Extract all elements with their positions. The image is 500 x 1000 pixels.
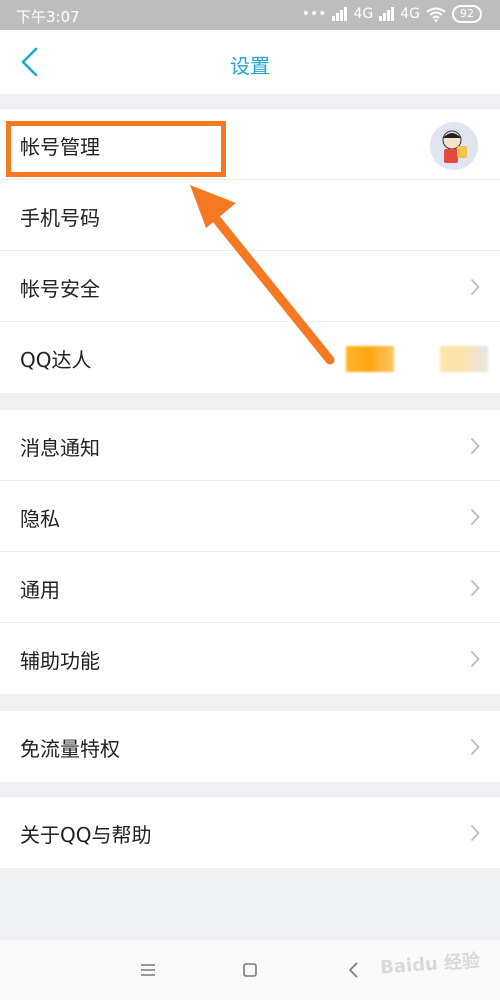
menu-icon[interactable] (136, 958, 160, 982)
chevron-right-icon (470, 579, 480, 597)
settings-item-free-data[interactable]: 免流量特权 (0, 711, 500, 782)
more-dots-icon: ••• (301, 6, 327, 22)
settings-group-account: 帐号管理 手机号码 帐号安全 QQ达人 (0, 109, 500, 393)
settings-item-label: 帐号管理 (20, 135, 100, 159)
signal-icon-2 (379, 7, 395, 21)
nav-back-icon[interactable] (342, 958, 366, 982)
settings-item-label: 消息通知 (20, 436, 100, 460)
settings-group-general: 消息通知 隐私 通用 辅助功能 (0, 410, 500, 694)
settings-item-label: 免流量特权 (20, 737, 120, 761)
status-bar: 下午3:07 ••• 4G 4G 92 (0, 0, 500, 30)
settings-item-account-management[interactable]: 帐号管理 (0, 109, 500, 180)
settings-item-general[interactable]: 通用 (0, 552, 500, 623)
wifi-icon (426, 7, 446, 22)
settings-item-label: QQ达人 (20, 348, 92, 372)
settings-group-data: 免流量特权 (0, 711, 500, 782)
chevron-right-icon (470, 508, 480, 526)
chevron-right-icon (470, 650, 480, 668)
settings-item-privacy[interactable]: 隐私 (0, 481, 500, 552)
settings-item-label: 手机号码 (20, 206, 100, 230)
battery-indicator: 92 (452, 5, 482, 23)
settings-item-notifications[interactable]: 消息通知 (0, 410, 500, 481)
home-icon[interactable] (238, 958, 262, 982)
network-type-2: 4G (400, 6, 420, 22)
settings-item-label: 辅助功能 (20, 649, 100, 673)
chevron-right-icon (470, 278, 480, 296)
avatar[interactable] (430, 122, 478, 170)
signal-icon (332, 7, 348, 21)
settings-group-about: 关于QQ与帮助 (0, 797, 500, 868)
badge-blurred-1 (346, 346, 394, 372)
network-type-1: 4G (353, 6, 374, 22)
settings-item-label: 帐号安全 (20, 277, 100, 301)
page-title: 设置 (230, 54, 270, 78)
chevron-right-icon (470, 738, 480, 756)
settings-item-qq-master[interactable]: QQ达人 (0, 322, 500, 393)
settings-item-label: 隐私 (20, 507, 60, 531)
settings-item-accessibility[interactable]: 辅助功能 (0, 623, 500, 694)
header: 设置 (0, 30, 500, 94)
avatar-image (430, 122, 478, 170)
settings-item-about-help[interactable]: 关于QQ与帮助 (0, 797, 500, 868)
settings-item-label: 关于QQ与帮助 (20, 823, 152, 847)
chevron-right-icon (470, 437, 480, 455)
status-right: ••• 4G 4G 92 (302, 5, 482, 23)
status-time: 下午3:07 (16, 8, 80, 26)
badge-blurred-2 (440, 346, 488, 372)
chevron-right-icon (470, 824, 480, 842)
settings-item-label: 通用 (20, 578, 60, 602)
settings-item-phone-number[interactable]: 手机号码 (0, 180, 500, 251)
settings-item-account-security[interactable]: 帐号安全 (0, 251, 500, 322)
